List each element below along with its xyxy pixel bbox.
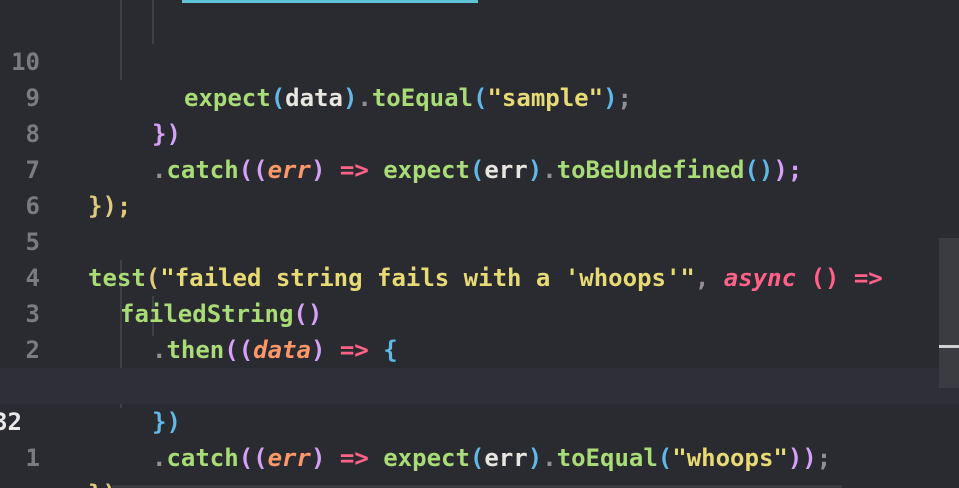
code-line[interactable]: 1 }) [0, 332, 959, 436]
code-line[interactable]: 1 }); [0, 404, 959, 488]
code-line[interactable]: 6 [0, 152, 959, 220]
code-line[interactable]: 2 expect(data).toBeUndefined(); [0, 296, 959, 400]
code-line[interactable]: 5 test("failed string fails with a 'whoo… [0, 188, 959, 292]
selection-highlight-edge [182, 0, 478, 3]
code-text[interactable]: .catch((err) => expect(err).toEqual("who… [152, 440, 831, 476]
code-editor[interactable]: 10 expect(data).toEqual("sample"); 9 }) … [0, 0, 959, 488]
line-number: 1 [25, 444, 40, 472]
code-line-active[interactable]: 32 .catch((err) => expect(err).toEqual("… [0, 368, 959, 472]
code-line[interactable]: 3 .then((data) => { [0, 260, 959, 364]
code-line[interactable]: 10 expect(data).toEqual("sample"); [0, 8, 959, 112]
code-line[interactable]: 8 .catch((err) => expect(err).toBeUndefi… [0, 80, 959, 184]
code-line[interactable]: 7 }); [0, 116, 959, 220]
scrollbar-track[interactable] [939, 238, 959, 388]
code-line[interactable]: 9 }) [0, 44, 959, 148]
scrollbar-thumb[interactable] [939, 345, 959, 348]
code-line[interactable]: 4 failedString() [0, 224, 959, 328]
